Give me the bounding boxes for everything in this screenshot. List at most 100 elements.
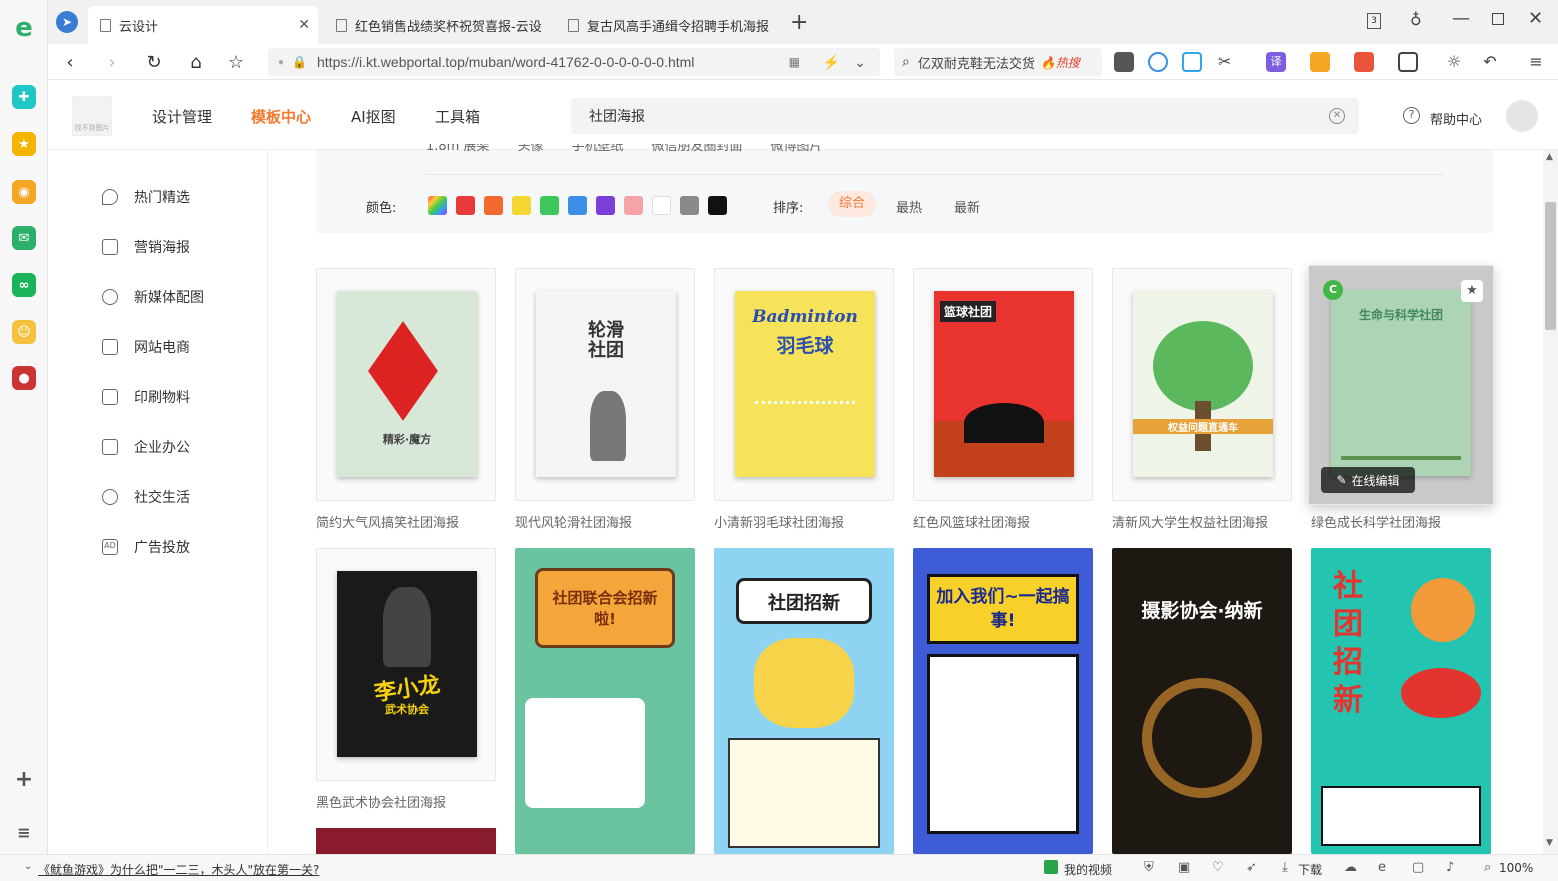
template-card[interactable]: 篮球社团	[913, 268, 1093, 501]
window-icon[interactable]: ▢	[1412, 860, 1424, 875]
color-swatch-red[interactable]	[456, 196, 475, 215]
color-swatch-blue[interactable]	[568, 196, 587, 215]
template-card[interactable]: 李小龙 武术协会	[316, 548, 496, 781]
weibo-icon[interactable]: ◉	[12, 180, 36, 204]
sound-icon[interactable]: ♪	[1446, 860, 1454, 875]
home-icon[interactable]: ⌂	[184, 50, 208, 74]
color-swatch-all[interactable]	[428, 196, 447, 215]
scroll-down-icon[interactable]: ▼	[1546, 838, 1553, 848]
color-swatch-white[interactable]	[652, 196, 671, 215]
color-swatch-gray[interactable]	[680, 196, 699, 215]
template-card[interactable]: 社团招新	[1311, 548, 1491, 854]
brightness-icon[interactable]: ☼	[1444, 52, 1464, 72]
grid-icon[interactable]	[1398, 52, 1418, 72]
news-ticker-link[interactable]: 《鱿鱼游戏》为什么把"一二三，木头人"放在第一关?	[38, 861, 319, 878]
download-icon[interactable]: ⤓	[1282, 860, 1288, 875]
site-logo[interactable]: 找不到图片	[72, 96, 112, 136]
sort-newest[interactable]: 最新	[954, 197, 980, 216]
browser-search[interactable]: ⌕ 亿双耐克鞋无法交货 🔥热搜	[894, 48, 1102, 76]
zoom-level[interactable]: 100%	[1499, 861, 1533, 875]
template-card-partial[interactable]	[316, 828, 496, 854]
color-swatch-yellow[interactable]	[512, 196, 531, 215]
sidebar-item-newmedia[interactable]: 新媒体配图	[102, 287, 204, 307]
nav-design-manage[interactable]: 设计管理	[152, 106, 212, 127]
sidebar-item-social[interactable]: 社交生活	[102, 487, 190, 507]
nav-template-center[interactable]: 模板中心	[251, 106, 311, 127]
reload-icon[interactable]: ↻	[142, 50, 166, 74]
chevron-down-icon[interactable]: ⌄	[854, 54, 866, 71]
nav-toolbox[interactable]: 工具箱	[435, 106, 480, 127]
template-card[interactable]: 加入我们~一起搞事!	[913, 548, 1093, 854]
translate-icon[interactable]: 译	[1266, 52, 1286, 72]
color-swatch-green[interactable]	[540, 196, 559, 215]
online-edit-button[interactable]: ✎ 在线编辑	[1321, 467, 1415, 493]
shirt-icon[interactable]: ♁	[1410, 10, 1422, 29]
template-card[interactable]: 精彩·魔方	[316, 268, 496, 501]
sort-comprehensive[interactable]: 综合	[828, 191, 876, 217]
download-button[interactable]: 下载	[1298, 861, 1322, 878]
sidebar-item-print[interactable]: 印刷物料	[102, 387, 190, 407]
help-icon[interactable]: ?	[1403, 107, 1420, 124]
user-avatar[interactable]	[1506, 100, 1538, 132]
page-scrollbar[interactable]: ▲ ▼	[1543, 150, 1558, 854]
template-card-hovered[interactable]: 生命与科学社团 C ★ ✎ 在线编辑	[1308, 265, 1494, 505]
chevron-down-icon[interactable]: ⌄	[24, 861, 32, 872]
card-title[interactable]: 小清新羽毛球社团海报	[714, 512, 844, 531]
card-title[interactable]: 简约大气风搞笑社团海报	[316, 512, 459, 531]
scroll-thumb[interactable]	[1545, 202, 1556, 330]
app-plus-icon[interactable]: ✚	[12, 85, 36, 109]
scroll-up-icon[interactable]: ▲	[1546, 152, 1553, 162]
template-card[interactable]: 社团招新	[714, 548, 894, 854]
mail-icon[interactable]: ✉	[12, 226, 36, 250]
tab-yunsheji[interactable]: 云设计 ✕	[88, 6, 318, 44]
size-option[interactable]: 微博图片	[771, 144, 823, 158]
help-center-link[interactable]: 帮助中心	[1430, 109, 1482, 128]
clear-search-icon[interactable]: ✕	[1329, 108, 1345, 124]
template-card[interactable]: 权益问题直通车	[1112, 268, 1292, 501]
color-swatch-black[interactable]	[708, 196, 727, 215]
minimize-icon[interactable]: —	[1452, 8, 1470, 29]
back-icon[interactable]: ‹	[58, 50, 82, 74]
size-option[interactable]: 微信朋友圈封面	[652, 144, 743, 158]
sidebar-item-ads[interactable]: AD 广告投放	[102, 537, 190, 557]
browser-logo-icon[interactable]: e	[12, 13, 36, 43]
new-tab-icon[interactable]: +	[790, 10, 808, 35]
color-swatch-purple[interactable]	[596, 196, 615, 215]
game-avatar-icon[interactable]: ☺	[12, 320, 36, 344]
image-icon[interactable]: ▣	[1178, 860, 1190, 875]
heart-icon[interactable]: ♡	[1212, 860, 1224, 875]
card-title[interactable]: 绿色成长科学社团海报	[1311, 512, 1441, 531]
reader-icon[interactable]	[1114, 52, 1134, 72]
menu-list-icon[interactable]: ≡	[12, 820, 36, 844]
template-card[interactable]: 社团联合会招新啦!	[515, 548, 695, 854]
scissors-icon[interactable]: ✂	[1218, 52, 1238, 72]
tab-counter[interactable]: 3	[1367, 13, 1381, 29]
color-swatch-orange[interactable]	[484, 196, 503, 215]
undo-icon[interactable]: ↶	[1480, 52, 1500, 72]
shield-app-icon[interactable]	[1310, 52, 1330, 72]
card-title[interactable]: 红色风篮球社团海报	[913, 512, 1030, 531]
template-search-input[interactable]: 社团海报 ✕	[571, 98, 1359, 134]
shield-status-icon[interactable]: ⛨	[1144, 860, 1154, 875]
color-swatch-pink[interactable]	[624, 196, 643, 215]
link-app-icon[interactable]: ∞	[12, 273, 36, 297]
favorite-star-icon[interactable]: ★	[1461, 280, 1483, 302]
ie-icon[interactable]: e	[1378, 860, 1386, 875]
menu-icon[interactable]: ≡	[1526, 52, 1546, 72]
size-option[interactable]: 1.8m 展架	[426, 144, 489, 158]
sort-hottest[interactable]: 最热	[896, 197, 922, 216]
nav-ai-cutout[interactable]: AI抠图	[351, 106, 396, 127]
forward-icon[interactable]: ›	[100, 50, 124, 74]
cloud-icon[interactable]: ☁	[1344, 860, 1357, 875]
template-card[interactable]: 摄影协会·纳新	[1112, 548, 1292, 854]
add-app-icon[interactable]: +	[12, 767, 36, 792]
template-card[interactable]: Badminton 羽毛球	[714, 268, 894, 501]
close-tab-icon[interactable]: ✕	[298, 17, 310, 33]
card-title[interactable]: 清新风大学生权益社团海报	[1112, 512, 1268, 531]
lightning-icon[interactable]: ⚡	[823, 54, 840, 71]
minus-circle-icon[interactable]	[1148, 52, 1168, 72]
bookmark-star-icon[interactable]: ☆	[224, 50, 248, 74]
sidebar-item-office[interactable]: 企业办公	[102, 437, 190, 457]
tab-sales-poster[interactable]: 红色销售战绩奖杯祝贺喜报-云设	[324, 6, 548, 44]
maximize-icon[interactable]	[1492, 13, 1504, 25]
